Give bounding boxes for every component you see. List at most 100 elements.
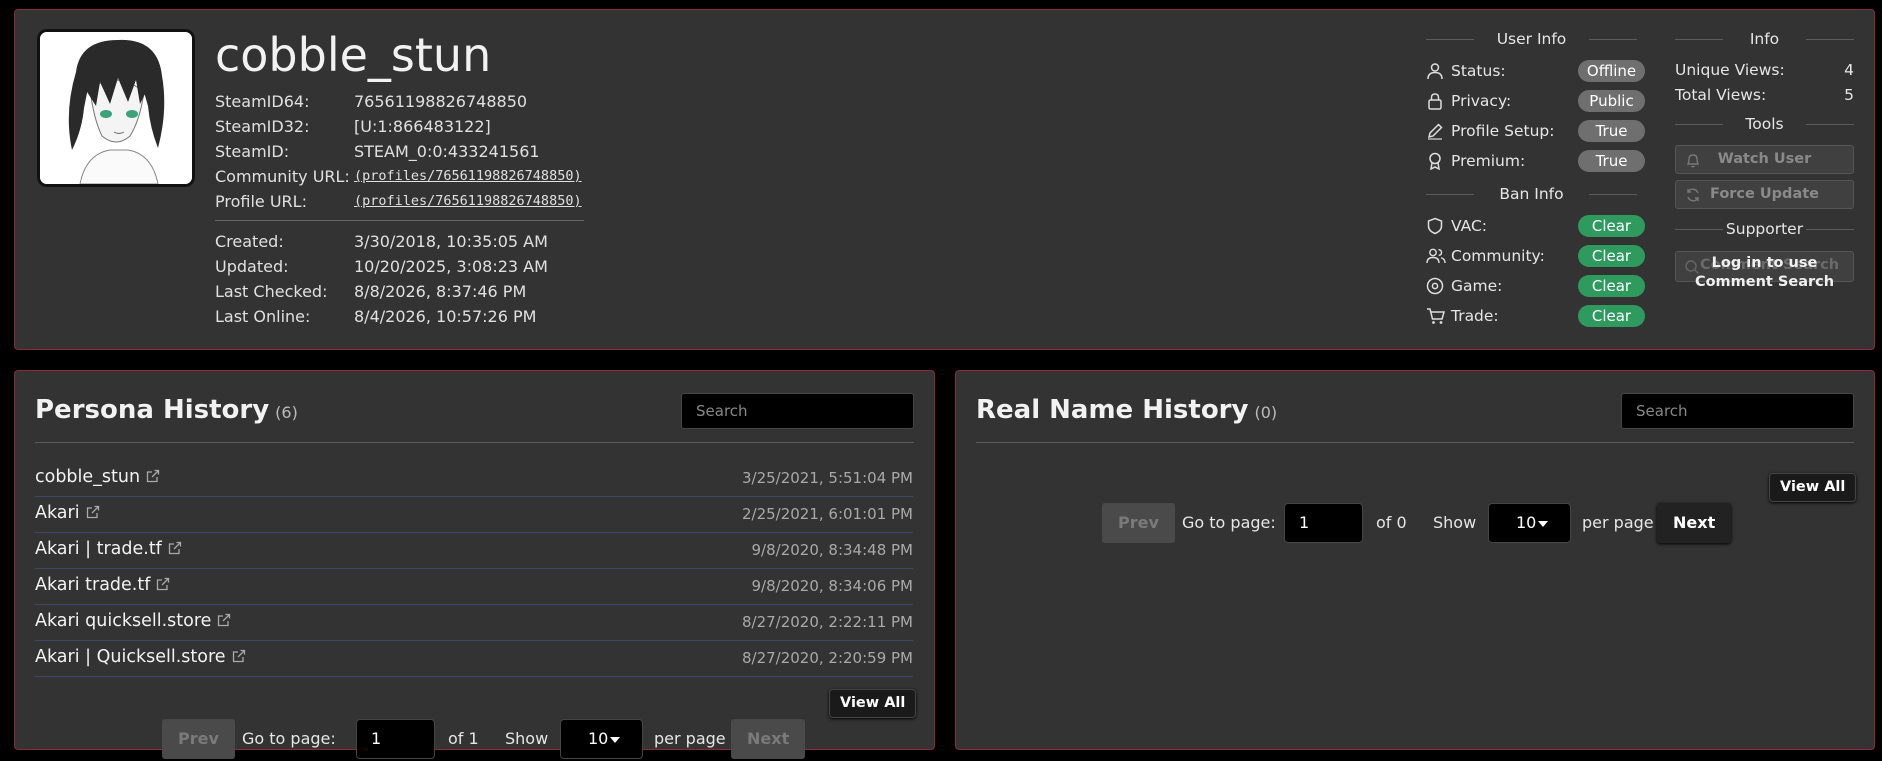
profile-setup-row: Profile Setup: True [1426,118,1645,144]
list-item: Akari | Quicksell.store 8/27/2020, 2:20:… [35,641,913,677]
info-label: Last Online: [215,307,311,326]
real-name-pagination: Prev Go to page: 1 of 0 Show 10 per page… [1102,503,1742,545]
info-label: SteamID32: [215,117,310,136]
persona-name-text: Akari trade.tf [35,575,151,595]
external-link-icon[interactable] [217,613,231,627]
show-label: Show [1433,513,1477,532]
per-page-label: per page [654,729,726,748]
external-link-icon[interactable] [86,505,100,519]
divider [976,442,1854,443]
real-name-history-title: Real Name History (0) [976,393,1277,430]
divider [215,220,584,221]
external-link-icon[interactable] [232,649,246,663]
avatar [37,29,195,187]
persona-name[interactable]: Akari quicksell.store [35,611,231,631]
persona-name-text: Akari | Quicksell.store [35,647,226,667]
persona-name[interactable]: Akari trade.tf [35,575,170,595]
tools-heading: Tools [1675,114,1854,134]
pencil-icon [1427,123,1443,140]
persona-name-text: cobble_stun [35,467,141,487]
trade-ban-row: Trade: Clear [1426,303,1645,329]
per-page-value: 10 [1516,513,1537,532]
goto-page-label: Go to page: [242,729,336,748]
divider [35,442,914,443]
trade-ban-label: Trade: [1451,307,1499,325]
info-label: SteamID64: [215,92,310,111]
external-link-icon[interactable] [156,577,170,591]
info-label: Updated: [215,257,289,276]
vac-badge: Clear [1578,215,1645,237]
list-item: Akari 2/25/2021, 6:01:01 PM [35,497,913,533]
profile-header-panel: cobble_stun SteamID64: 76561198826748850 … [14,9,1875,350]
persona-count: (6) [275,403,298,422]
force-update-label: Force Update [1710,186,1819,202]
persona-search-input[interactable] [681,393,914,429]
status-badge: Offline [1578,60,1645,82]
persona-name[interactable]: Akari [35,503,100,523]
privacy-badge: Public [1578,90,1645,112]
bell-icon [1686,154,1700,168]
persona-date: 2/25/2021, 6:01:01 PM [741,505,913,523]
premium-label: Premium: [1451,152,1526,170]
persona-name[interactable]: Akari | trade.tf [35,539,182,559]
page-number-input[interactable]: 1 [356,719,435,759]
next-page-button[interactable]: Next [1657,503,1732,543]
last-checked-value: 8/8/2026, 8:37:46 PM [354,282,527,301]
real-name-history-heading: Real Name History [976,395,1249,425]
login-required-message: Log in to use Comment Search [1694,255,1835,290]
status-label: Status: [1451,62,1506,80]
per-page-label: per page [1582,513,1654,532]
updated-value: 10/20/2025, 3:08:23 AM [354,257,548,276]
community-ban-label: Community: [1451,247,1545,265]
unique-views-label: Unique Views: [1675,61,1785,79]
info-heading: Info [1675,29,1854,49]
real-name-view-all-button[interactable]: View All [1769,473,1857,502]
privacy-label: Privacy: [1451,92,1512,110]
external-link-icon[interactable] [168,541,182,555]
username: cobble_stun [215,28,492,82]
list-item: cobble_stun 3/25/2021, 5:51:04 PM [35,461,913,497]
unique-views-value: 4 [1844,61,1854,79]
real-name-search-input[interactable] [1621,393,1854,429]
total-views-row: Total Views: 5 [1675,83,1854,107]
persona-history-title: Persona History (6) [35,393,298,430]
persona-name[interactable]: cobble_stun [35,467,160,487]
per-page-select[interactable]: 10 [1488,503,1571,543]
persona-date: 3/25/2021, 5:51:04 PM [741,469,913,487]
persona-history-heading: Persona History [35,395,270,425]
steamid64-value: 76561198826748850 [354,92,528,111]
persona-view-all-button[interactable]: View All [829,689,917,718]
chevron-down-icon [610,737,620,743]
steamid-value: STEAM_0:0:433241561 [354,142,540,161]
vac-row: VAC: Clear [1426,213,1645,239]
steamid32-value: [U:1:866483122] [354,117,491,136]
force-update-button[interactable]: Force Update [1675,180,1854,209]
premium-badge: True [1578,150,1645,172]
page-number-input[interactable]: 1 [1284,503,1363,543]
list-item: Akari quicksell.store 8/27/2020, 2:22:11… [35,605,913,641]
created-value: 3/30/2018, 10:35:05 AM [354,232,548,251]
premium-row: Premium: True [1426,148,1645,174]
watch-user-button[interactable]: Watch User [1675,145,1854,174]
profile-url-link[interactable]: (profiles/76561198826748850) [354,189,582,214]
info-label: Created: [215,232,284,251]
community-url-link[interactable]: (profiles/76561198826748850) [354,164,582,189]
prev-page-button[interactable]: Prev [162,719,235,759]
prev-page-button[interactable]: Prev [1102,503,1175,543]
community-ban-row: Community: Clear [1426,243,1645,269]
per-page-select[interactable]: 10 [560,719,643,759]
vac-label: VAC: [1451,217,1487,235]
total-views-label: Total Views: [1675,86,1767,104]
page-count: of 1 [448,729,479,748]
profile-setup-label: Profile Setup: [1451,122,1555,140]
persona-name[interactable]: Akari | Quicksell.store [35,647,246,667]
persona-name-text: Akari quicksell.store [35,611,212,631]
chevron-down-icon [1538,521,1548,527]
avatar-image [40,32,192,184]
status-row: Status: Offline [1426,58,1645,84]
award-icon [1429,152,1441,170]
list-item: Akari trade.tf 9/8/2020, 8:34:06 PM [35,569,913,605]
next-page-button[interactable]: Next [731,719,806,759]
profile-setup-badge: True [1578,120,1645,142]
external-link-icon[interactable] [146,469,160,483]
